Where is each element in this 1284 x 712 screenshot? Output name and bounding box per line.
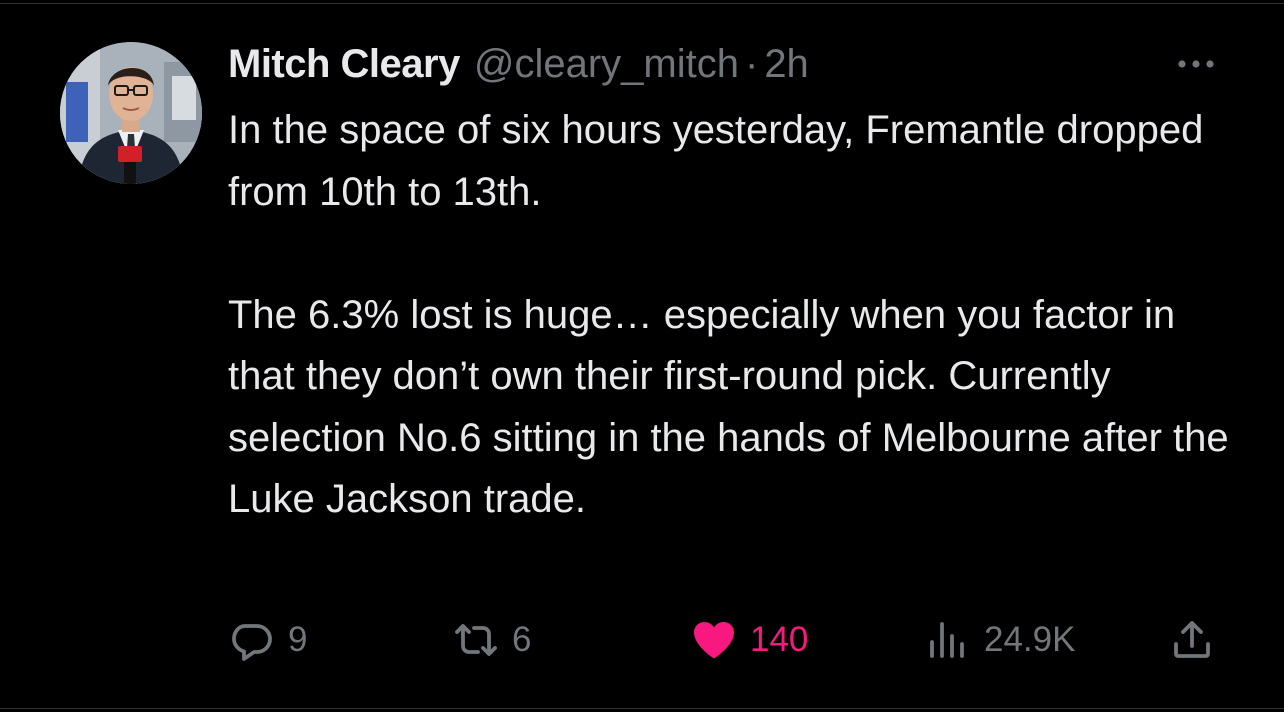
reply-count: 9 <box>288 620 308 659</box>
top-divider <box>0 3 1284 4</box>
retweet-button[interactable]: 6 <box>452 612 531 668</box>
retweet-arrows-icon <box>452 616 500 664</box>
tweet-text: In the space of six hours yesterday, Fre… <box>228 100 1238 531</box>
more-horizontal-icon[interactable] <box>1172 52 1220 76</box>
share-upload-icon <box>1168 616 1216 664</box>
like-count: 140 <box>750 620 809 659</box>
views-count: 24.9K <box>984 620 1076 659</box>
tweet-paragraph: In the space of six hours yesterday, Fre… <box>228 108 1204 214</box>
reply-button[interactable]: 9 <box>228 612 307 668</box>
reply-bubble-icon <box>228 616 276 664</box>
tweet-timestamp[interactable]: 2h <box>764 38 809 90</box>
like-button[interactable]: 140 <box>690 612 808 668</box>
bottom-divider <box>0 708 1284 709</box>
tweet-action-bar: 9 6 140 24.9K <box>0 612 1284 668</box>
author-handle[interactable]: @cleary_mitch <box>474 38 739 90</box>
views-button[interactable]: 24.9K <box>924 612 1075 668</box>
tweet-header: Mitch Cleary @cleary_mitch · 2h <box>228 38 809 90</box>
avatar[interactable] <box>60 42 202 184</box>
avatar-photo <box>60 42 202 184</box>
share-button[interactable] <box>1168 612 1216 668</box>
tweet-paragraph: The 6.3% lost is huge… especially when y… <box>228 292 1229 522</box>
retweet-count: 6 <box>512 620 532 659</box>
heart-icon <box>690 616 738 664</box>
header-separator: · <box>744 42 759 86</box>
author-display-name[interactable]: Mitch Cleary <box>228 38 460 90</box>
views-bar-chart-icon <box>924 616 972 664</box>
